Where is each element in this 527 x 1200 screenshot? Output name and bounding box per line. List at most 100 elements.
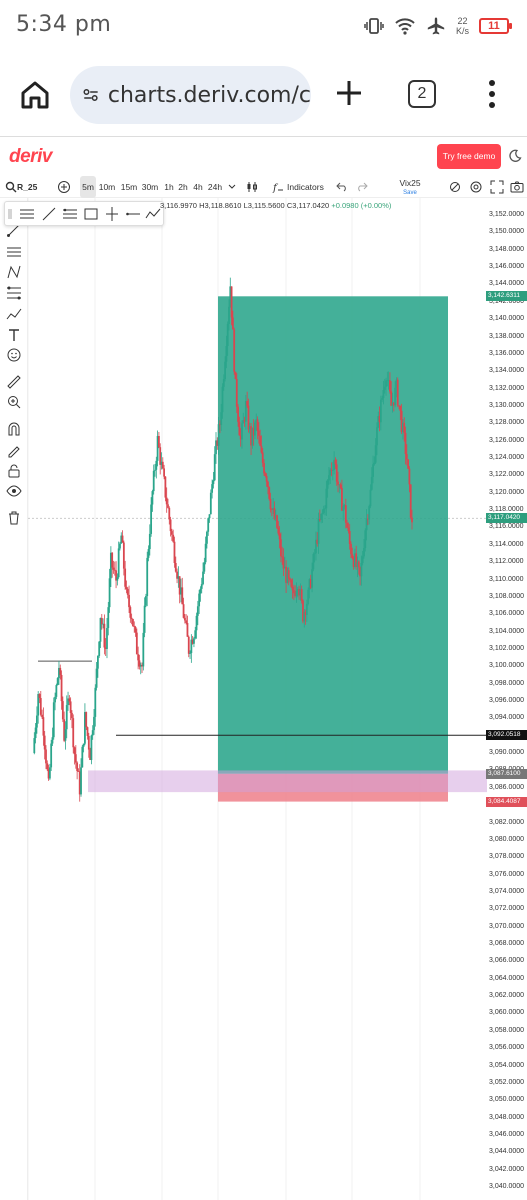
candle-body bbox=[154, 469, 156, 471]
ruler-icon[interactable] bbox=[6, 374, 22, 390]
candle-body bbox=[168, 507, 171, 520]
try-free-demo-button[interactable]: Try free demo bbox=[437, 144, 501, 169]
timeframe-30m[interactable]: 30m bbox=[141, 176, 159, 198]
candlestick-chart-type-icon[interactable] bbox=[246, 181, 258, 193]
text-tool-icon[interactable] bbox=[6, 327, 22, 343]
compare-add-icon[interactable] bbox=[57, 180, 71, 194]
status-icons: 22 K/s 11 bbox=[364, 14, 512, 38]
settings-icon[interactable] bbox=[469, 180, 483, 194]
deriv-header: deriv Try free demo bbox=[0, 136, 527, 176]
price-tick-label: 3,054.0000 bbox=[489, 1061, 525, 1069]
candle-body bbox=[287, 570, 290, 579]
timeframe-1h[interactable]: 1h bbox=[163, 176, 175, 198]
deriv-logo[interactable]: deriv bbox=[9, 146, 52, 168]
timeframe-10m[interactable]: 10m bbox=[98, 176, 116, 198]
price-tick-label: 3,048.0000 bbox=[489, 1113, 525, 1121]
vertical-line-tool-icon[interactable] bbox=[104, 206, 120, 222]
candle-body bbox=[193, 638, 195, 644]
candle-body bbox=[196, 606, 199, 616]
forecast-icon[interactable] bbox=[6, 306, 22, 322]
fib-retracement-icon[interactable] bbox=[6, 285, 22, 301]
candle-body bbox=[234, 371, 237, 380]
candle-body bbox=[34, 727, 37, 739]
horizontal-lines-icon[interactable] bbox=[6, 244, 22, 260]
candle-body bbox=[379, 399, 382, 423]
price-chart[interactable] bbox=[28, 198, 487, 1200]
candle-body bbox=[69, 701, 72, 713]
status-time: 5:34 pm bbox=[16, 12, 112, 37]
candle-body bbox=[45, 749, 47, 764]
candle-body bbox=[204, 543, 207, 563]
candle-body bbox=[405, 454, 408, 460]
network-speed: 22 K/s bbox=[456, 16, 469, 36]
candle-body bbox=[228, 306, 230, 324]
template-selector[interactable]: Vix25 Save bbox=[398, 176, 422, 198]
candle-body bbox=[372, 464, 374, 477]
magnet-icon[interactable] bbox=[6, 421, 22, 437]
candle-body bbox=[38, 694, 41, 698]
candle-body bbox=[324, 508, 326, 510]
price-axis[interactable]: 3,152.0000 3,150.0000 3,148.0000 3,146.0000… bbox=[487, 198, 527, 1200]
trash-icon[interactable] bbox=[6, 510, 22, 526]
visibility-icon[interactable] bbox=[6, 483, 22, 499]
timeframe-2h[interactable]: 2h bbox=[177, 176, 189, 198]
candle-body bbox=[164, 476, 167, 498]
crosshair-icon[interactable] bbox=[448, 180, 462, 194]
indicators-button[interactable]: Indicators bbox=[287, 176, 324, 198]
redo-icon[interactable] bbox=[356, 182, 368, 192]
candle-body bbox=[72, 718, 75, 748]
new-tab-icon[interactable] bbox=[334, 78, 364, 108]
dark-mode-icon[interactable] bbox=[508, 149, 522, 163]
chevron-down-icon[interactable] bbox=[228, 184, 236, 190]
undo-icon[interactable] bbox=[336, 182, 348, 192]
candle-body bbox=[264, 473, 267, 476]
tab-switcher-button[interactable]: 2 bbox=[408, 80, 436, 108]
candle-body bbox=[260, 445, 263, 453]
candle-body bbox=[339, 484, 342, 488]
indicators-icon[interactable]: f bbox=[272, 181, 284, 193]
horizontal-ray-icon[interactable] bbox=[125, 206, 141, 222]
symbol-label[interactable]: R_25 bbox=[17, 176, 37, 198]
price-tick-label: 3,128.0000 bbox=[489, 419, 525, 427]
timeframe-5m[interactable]: 5m bbox=[80, 176, 96, 198]
candle-body bbox=[246, 400, 249, 406]
timeframe-4h[interactable]: 4h bbox=[192, 176, 204, 198]
line-tool-icon[interactable] bbox=[41, 206, 57, 222]
lock-icon[interactable] bbox=[6, 463, 22, 479]
pattern-icon[interactable] bbox=[6, 264, 22, 280]
template-save-label[interactable]: Save bbox=[398, 188, 422, 198]
fullscreen-icon[interactable] bbox=[490, 180, 504, 194]
fib-tool-icon[interactable] bbox=[19, 206, 35, 222]
candle-body bbox=[261, 452, 264, 463]
channel-tool-icon[interactable] bbox=[62, 206, 78, 222]
price-tick-label: 3,110.0000 bbox=[489, 575, 524, 583]
address-bar[interactable]: charts.deriv.com/c bbox=[70, 66, 311, 124]
price-tick-label: 3,064.0000 bbox=[489, 974, 525, 982]
candle-body bbox=[334, 459, 337, 465]
home-icon[interactable] bbox=[18, 78, 52, 112]
candle-body bbox=[135, 632, 138, 655]
candle-body bbox=[370, 476, 373, 490]
drawing-mode-icon[interactable] bbox=[6, 442, 22, 458]
site-settings-icon[interactable] bbox=[82, 83, 100, 107]
price-tick-label: 3,148.0000 bbox=[489, 245, 525, 253]
timeframe-24h[interactable]: 24h bbox=[207, 176, 223, 198]
drag-handle-icon[interactable] bbox=[7, 206, 13, 222]
rectangle-tool-icon[interactable] bbox=[83, 206, 99, 222]
timeframe-15m[interactable]: 15m bbox=[120, 176, 138, 198]
price-tick-label: 3,112.0000 bbox=[489, 558, 524, 566]
more-options-icon[interactable] bbox=[482, 78, 502, 110]
candle-body bbox=[130, 617, 133, 619]
zoom-in-icon[interactable] bbox=[6, 394, 22, 410]
candle-body bbox=[351, 554, 354, 559]
support-zone bbox=[88, 770, 487, 793]
candle-body bbox=[169, 519, 172, 532]
polyline-tool-icon[interactable] bbox=[145, 206, 161, 222]
emoji-icon[interactable] bbox=[6, 347, 22, 363]
candle-body bbox=[224, 361, 226, 380]
candle-body bbox=[158, 435, 160, 448]
candle-body bbox=[389, 380, 391, 392]
long-position-target-zone bbox=[218, 296, 448, 774]
search-icon[interactable] bbox=[5, 181, 17, 193]
camera-icon[interactable] bbox=[510, 180, 524, 194]
